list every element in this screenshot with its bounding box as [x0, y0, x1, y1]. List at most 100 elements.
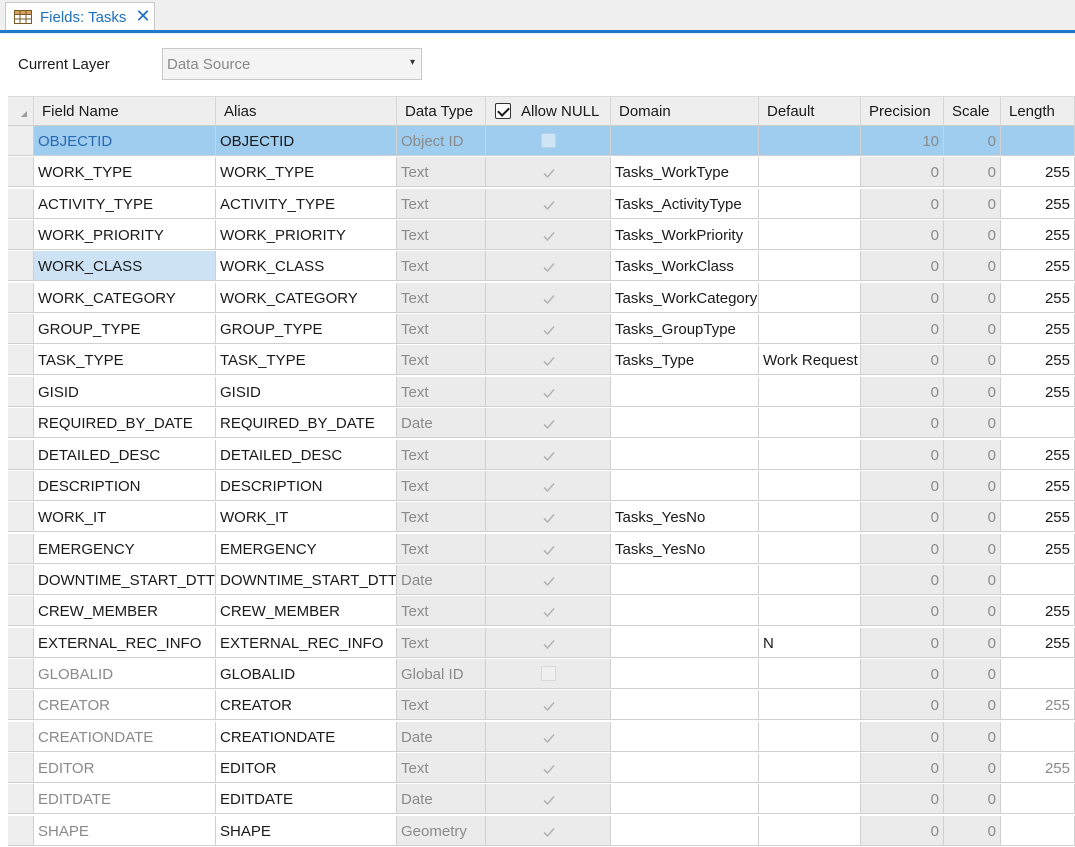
cell-length[interactable]: 255: [1001, 533, 1075, 564]
cell-alias[interactable]: GROUP_TYPE: [216, 314, 397, 345]
cell-allow-null[interactable]: [486, 376, 611, 407]
cell-precision[interactable]: 0: [861, 784, 944, 815]
column-header-domain[interactable]: Domain: [611, 97, 759, 126]
cell-default[interactable]: [759, 251, 861, 282]
cell-alias[interactable]: ACTIVITY_TYPE: [216, 188, 397, 219]
cell-allow-null[interactable]: [486, 282, 611, 313]
cell-length[interactable]: 255: [1001, 314, 1075, 345]
cell-alias[interactable]: EMERGENCY: [216, 533, 397, 564]
row-selector[interactable]: [8, 502, 34, 533]
column-header-allow-null[interactable]: Allow NULL: [486, 97, 611, 126]
cell-domain[interactable]: Tasks_YesNo: [611, 502, 759, 533]
cell-default[interactable]: [759, 188, 861, 219]
cell-type[interactable]: Text: [397, 188, 486, 219]
cell-type[interactable]: Text: [397, 533, 486, 564]
table-row[interactable]: EMERGENCY EMERGENCY Text Tasks_YesNo 0 0 255: [8, 533, 1075, 565]
cell-length[interactable]: 255: [1001, 470, 1075, 501]
column-header-length[interactable]: Length: [1001, 97, 1075, 126]
column-header-field-name[interactable]: Field Name: [34, 97, 216, 126]
cell-scale[interactable]: 0: [944, 251, 1001, 282]
cell-precision[interactable]: 0: [861, 502, 944, 533]
row-selector[interactable]: [8, 126, 34, 156]
cell-scale[interactable]: 0: [944, 439, 1001, 470]
cell-precision[interactable]: 0: [861, 345, 944, 376]
cell-alias[interactable]: DOWNTIME_START_DTTM: [216, 564, 397, 595]
cell-alias[interactable]: WORK_CATEGORY: [216, 282, 397, 313]
cell-domain[interactable]: Tasks_ActivityType: [611, 188, 759, 219]
cell-field[interactable]: DOWNTIME_START_DTTM: [34, 564, 216, 595]
table-row[interactable]: CREATOR CREATOR Text 0 0 255: [8, 690, 1075, 721]
cell-field[interactable]: EMERGENCY: [34, 533, 216, 564]
cell-length[interactable]: 255: [1001, 753, 1075, 783]
cell-default[interactable]: [759, 376, 861, 407]
row-selector[interactable]: [8, 376, 34, 407]
cell-default[interactable]: [759, 564, 861, 595]
cell-default[interactable]: [759, 658, 861, 689]
cell-type[interactable]: Text: [397, 470, 486, 501]
cell-type[interactable]: Geometry: [397, 815, 486, 846]
cell-field[interactable]: EDITDATE: [34, 784, 216, 815]
table-row[interactable]: WORK_CATEGORY WORK_CATEGORY Text Tasks_Work…: [8, 282, 1075, 314]
cell-type[interactable]: Date: [397, 784, 486, 815]
cell-field[interactable]: CREATIONDATE: [34, 721, 216, 752]
cell-length[interactable]: 255: [1001, 220, 1075, 251]
allow-null-checkbox[interactable]: [541, 792, 557, 808]
cell-type[interactable]: Global ID: [397, 658, 486, 689]
column-header-alias[interactable]: Alias: [216, 97, 397, 126]
cell-alias[interactable]: EXTERNAL_REC_INFO: [216, 627, 397, 658]
cell-default[interactable]: N: [759, 627, 861, 658]
cell-length[interactable]: [1001, 658, 1075, 689]
cell-domain[interactable]: [611, 784, 759, 815]
cell-scale[interactable]: 0: [944, 815, 1001, 846]
cell-field[interactable]: WORK_TYPE: [34, 157, 216, 188]
allow-null-checkbox[interactable]: [541, 197, 557, 213]
row-selector[interactable]: [8, 220, 34, 251]
cell-alias[interactable]: REQUIRED_BY_DATE: [216, 408, 397, 439]
cell-default[interactable]: [759, 126, 861, 156]
cell-alias[interactable]: EDITOR: [216, 753, 397, 783]
cell-domain[interactable]: Tasks_YesNo: [611, 533, 759, 564]
cell-precision[interactable]: 0: [861, 533, 944, 564]
cell-scale[interactable]: 0: [944, 188, 1001, 219]
cell-allow-null[interactable]: [486, 690, 611, 721]
cell-default[interactable]: [759, 502, 861, 533]
allow-null-checkbox[interactable]: [541, 730, 557, 746]
column-header-scale[interactable]: Scale: [944, 97, 1001, 126]
cell-scale[interactable]: 0: [944, 282, 1001, 313]
cell-alias[interactable]: WORK_CLASS: [216, 251, 397, 282]
cell-length[interactable]: 255: [1001, 596, 1075, 627]
cell-domain[interactable]: Tasks_GroupType: [611, 314, 759, 345]
row-selector[interactable]: [8, 815, 34, 846]
cell-allow-null[interactable]: [486, 627, 611, 658]
cell-domain[interactable]: [611, 470, 759, 501]
cell-precision[interactable]: 0: [861, 220, 944, 251]
select-all-corner[interactable]: [8, 97, 34, 126]
cell-field[interactable]: TASK_TYPE: [34, 345, 216, 376]
cell-default[interactable]: [759, 314, 861, 345]
table-row[interactable]: DOWNTIME_START_DTTM DOWNTIME_START_DTTM Da…: [8, 564, 1075, 596]
cell-precision[interactable]: 0: [861, 596, 944, 627]
row-selector[interactable]: [8, 188, 34, 219]
cell-alias[interactable]: GISID: [216, 376, 397, 407]
row-selector[interactable]: [8, 470, 34, 501]
cell-default[interactable]: [759, 784, 861, 815]
table-row[interactable]: GROUP_TYPE GROUP_TYPE Text Tasks_GroupType 0…: [8, 314, 1075, 345]
cell-allow-null[interactable]: [486, 596, 611, 627]
table-row[interactable]: DESCRIPTION DESCRIPTION Text 0 0 255: [8, 470, 1075, 502]
table-row[interactable]: EDITOR EDITOR Text 0 0 255: [8, 753, 1075, 784]
cell-precision[interactable]: 0: [861, 753, 944, 783]
cell-default[interactable]: [759, 690, 861, 721]
cell-field[interactable]: REQUIRED_BY_DATE: [34, 408, 216, 439]
row-selector[interactable]: [8, 627, 34, 658]
cell-length[interactable]: 255: [1001, 251, 1075, 282]
cell-scale[interactable]: 0: [944, 502, 1001, 533]
cell-alias[interactable]: CREW_MEMBER: [216, 596, 397, 627]
cell-alias[interactable]: GLOBALID: [216, 658, 397, 689]
allow-null-checkbox[interactable]: [541, 416, 557, 432]
cell-domain[interactable]: [611, 690, 759, 721]
cell-precision[interactable]: 0: [861, 188, 944, 219]
cell-type[interactable]: Text: [397, 345, 486, 376]
row-selector[interactable]: [8, 533, 34, 564]
cell-default[interactable]: Work Request: [759, 345, 861, 376]
cell-precision[interactable]: 0: [861, 658, 944, 689]
